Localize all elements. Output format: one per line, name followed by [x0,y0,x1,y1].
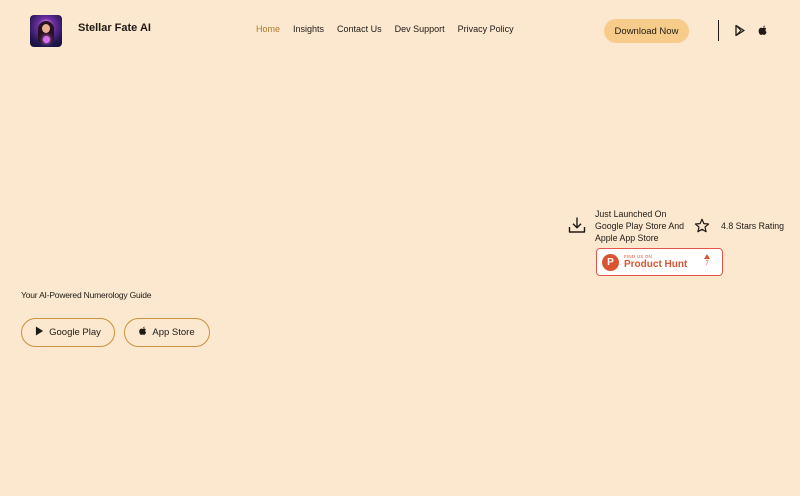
download-now-button[interactable]: Download Now [604,19,689,43]
stars-rating: 4.8 Stars Rating [721,221,785,231]
google-play-button[interactable]: Google Play [21,318,115,347]
google-play-icon [35,326,44,339]
google-play-icon[interactable] [734,24,746,36]
download-icon [568,216,586,234]
site-header: Stellar Fate AI Home Insights Contact Us… [0,0,800,62]
header-divider [718,20,719,41]
google-play-label: Google Play [49,327,101,338]
nav-home[interactable]: Home [256,24,280,34]
product-hunt-name: Product Hunt [624,259,688,270]
nav-privacy-policy[interactable]: Privacy Policy [458,24,514,34]
star-icon [694,218,710,234]
nav-contact-us[interactable]: Contact Us [337,24,382,34]
app-store-button[interactable]: App Store [124,318,210,347]
fortune-teller-logo[interactable] [30,15,62,47]
vote-count: 7 [705,261,709,267]
launch-announcement: Just Launched On Google Play Store And A… [595,209,685,243]
product-hunt-votes: 7 [704,254,710,267]
upvote-arrow-icon [704,254,710,259]
app-store-label: App Store [152,327,195,338]
brand-name[interactable]: Stellar Fate AI [78,22,151,34]
product-hunt-badge[interactable]: P FIND US ON Product Hunt 7 [596,248,723,276]
apple-icon[interactable] [757,24,769,36]
main-nav: Home Insights Contact Us Dev Support Pri… [256,24,514,34]
hero-tagline: Your AI-Powered Numerology Guide [21,290,152,300]
product-hunt-icon: P [602,253,619,271]
nav-insights[interactable]: Insights [293,24,324,34]
nav-dev-support[interactable]: Dev Support [395,24,445,34]
apple-icon [139,326,147,339]
